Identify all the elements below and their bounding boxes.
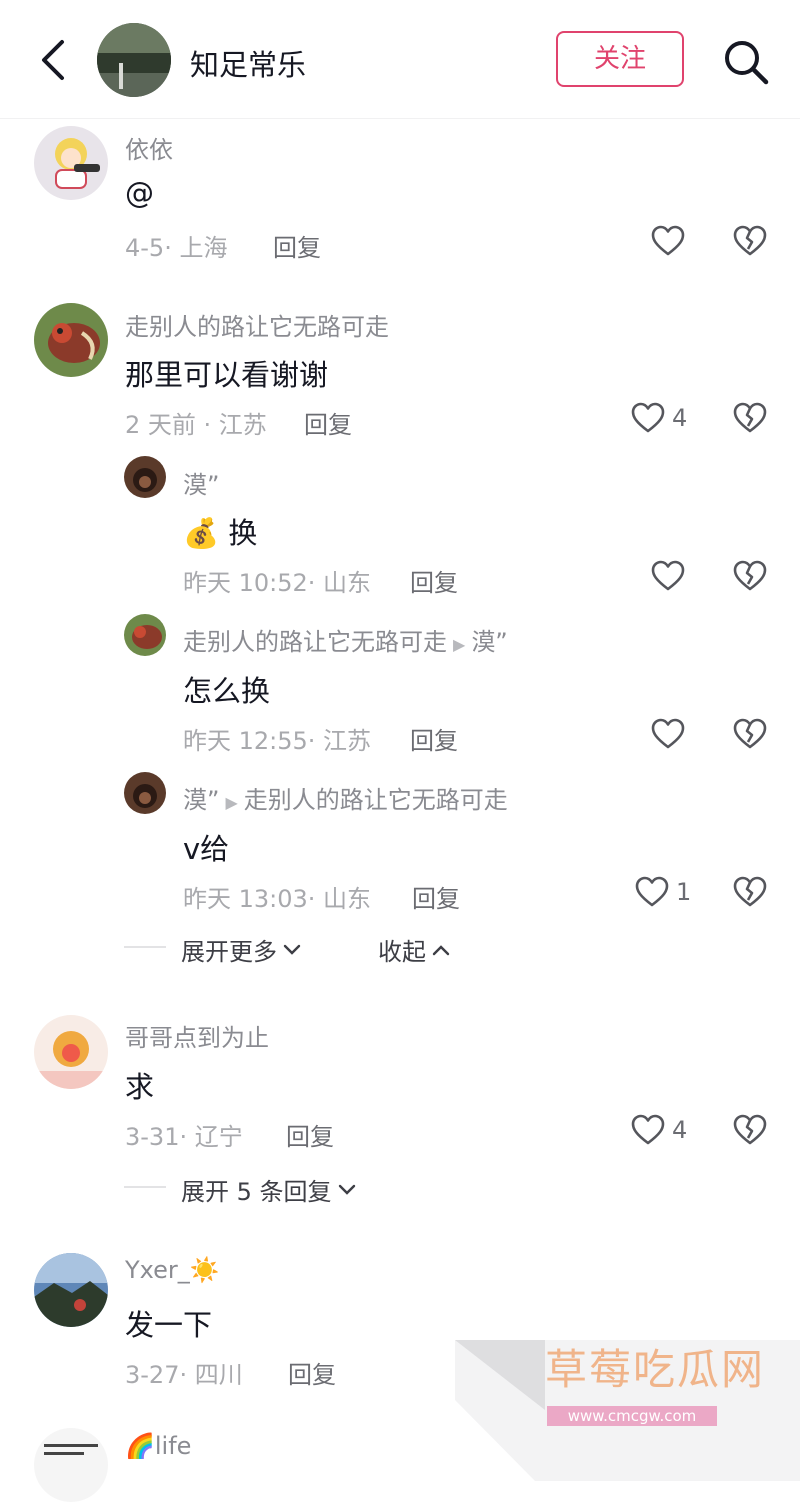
broken-heart-icon[interactable]	[732, 223, 768, 259]
avatar[interactable]	[34, 1015, 108, 1089]
chevron-up-icon	[432, 944, 450, 955]
like-button[interactable]: 1	[634, 874, 691, 910]
money-bag-icon: 💰	[183, 516, 220, 550]
reply-button[interactable]: 回复	[410, 721, 458, 756]
back-arrow-icon[interactable]	[36, 38, 76, 82]
like-button[interactable]: 4	[630, 400, 687, 436]
comment-text: @	[125, 176, 154, 210]
reply-meta: 昨天 10:52· 山东	[183, 569, 372, 597]
avatar[interactable]	[124, 772, 166, 814]
reply-button[interactable]: 回复	[410, 563, 458, 598]
divider	[124, 1186, 166, 1188]
like-button[interactable]	[650, 223, 686, 259]
comment-meta: 2 天前 · 江苏	[125, 411, 267, 439]
play-triangle-icon: ▶	[225, 793, 238, 812]
comment-text: 发一下	[125, 1308, 213, 1342]
avatar[interactable]	[124, 614, 166, 656]
chevron-down-icon	[283, 944, 301, 955]
avatar[interactable]	[124, 456, 166, 498]
comment-text: 那里可以看谢谢	[125, 358, 329, 392]
watermark-url: www.cmcgw.com	[567, 1407, 697, 1425]
like-count: 4	[672, 1116, 688, 1144]
reply-username[interactable]: 走别人的路让它无路可走 ▶ 漠”	[183, 622, 508, 657]
like-button[interactable]: 4	[630, 1112, 687, 1148]
follow-button[interactable]: 关注	[556, 31, 684, 87]
reply-button[interactable]: 回复	[273, 228, 321, 263]
broken-heart-icon[interactable]	[732, 874, 768, 910]
comment-username[interactable]: 哥哥点到为止	[125, 1018, 269, 1053]
broken-heart-icon[interactable]	[732, 1112, 768, 1148]
comment-meta: 3-27· 四川	[125, 1361, 243, 1389]
reply-text: 💰 换	[183, 516, 258, 550]
like-button[interactable]	[650, 558, 686, 594]
avatar[interactable]	[34, 1253, 108, 1327]
like-button[interactable]	[650, 716, 686, 752]
comment-meta: 4-5· 上海	[125, 234, 228, 262]
rainbow-icon: 🌈	[125, 1432, 155, 1460]
play-triangle-icon: ▶	[453, 635, 466, 654]
heart-icon	[651, 560, 685, 591]
comment-username[interactable]: 依依	[125, 130, 173, 165]
profile-avatar[interactable]	[97, 23, 171, 97]
profile-name: 知足常乐	[190, 48, 307, 82]
heart-icon	[635, 876, 669, 907]
top-bar: 知足常乐 关注	[0, 0, 800, 119]
like-count: 1	[676, 878, 692, 906]
search-icon[interactable]	[722, 38, 770, 86]
avatar[interactable]	[34, 303, 108, 377]
comment-username[interactable]: 走别人的路让它无路可走	[125, 307, 389, 342]
reply-button[interactable]: 回复	[412, 879, 460, 914]
watermark: 草莓吃瓜网 www.cmcgw.com	[455, 1340, 800, 1481]
reply-text: v给	[183, 832, 230, 866]
heart-icon	[631, 1114, 665, 1145]
divider	[124, 946, 166, 948]
comment-meta: 3-31· 辽宁	[125, 1123, 243, 1151]
sun-icon: ☀️	[189, 1256, 220, 1284]
expand-more-button[interactable]: 展开更多	[181, 932, 301, 967]
heart-icon	[631, 402, 665, 433]
heart-icon	[651, 225, 685, 256]
reply-button[interactable]: 回复	[304, 405, 352, 440]
comment-text: 求	[125, 1070, 155, 1104]
avatar[interactable]	[34, 1428, 108, 1502]
chevron-down-icon	[338, 1184, 355, 1195]
comment-username[interactable]: Yxer_☀️	[125, 1256, 220, 1284]
reply-username[interactable]: 漠”	[183, 465, 219, 500]
broken-heart-icon[interactable]	[732, 400, 768, 436]
reply-button[interactable]: 回复	[286, 1117, 334, 1152]
reply-meta: 昨天 12:55· 江苏	[183, 727, 372, 755]
avatar[interactable]	[34, 126, 108, 200]
reply-button[interactable]: 回复	[288, 1355, 336, 1390]
expand-replies-button[interactable]: 展开 5 条回复	[181, 1172, 356, 1207]
watermark-title: 草莓吃瓜网	[544, 1345, 765, 1394]
comment-username[interactable]: 🌈life	[125, 1432, 191, 1460]
heart-icon	[651, 718, 685, 749]
reply-username[interactable]: 漠” ▶ 走别人的路让它无路可走	[183, 780, 508, 815]
broken-heart-icon[interactable]	[732, 716, 768, 752]
broken-heart-icon[interactable]	[732, 558, 768, 594]
collapse-button[interactable]: 收起	[378, 932, 450, 967]
reply-text: 怎么换	[183, 674, 271, 708]
reply-meta: 昨天 13:03· 山东	[183, 885, 372, 913]
like-count: 4	[672, 404, 688, 432]
